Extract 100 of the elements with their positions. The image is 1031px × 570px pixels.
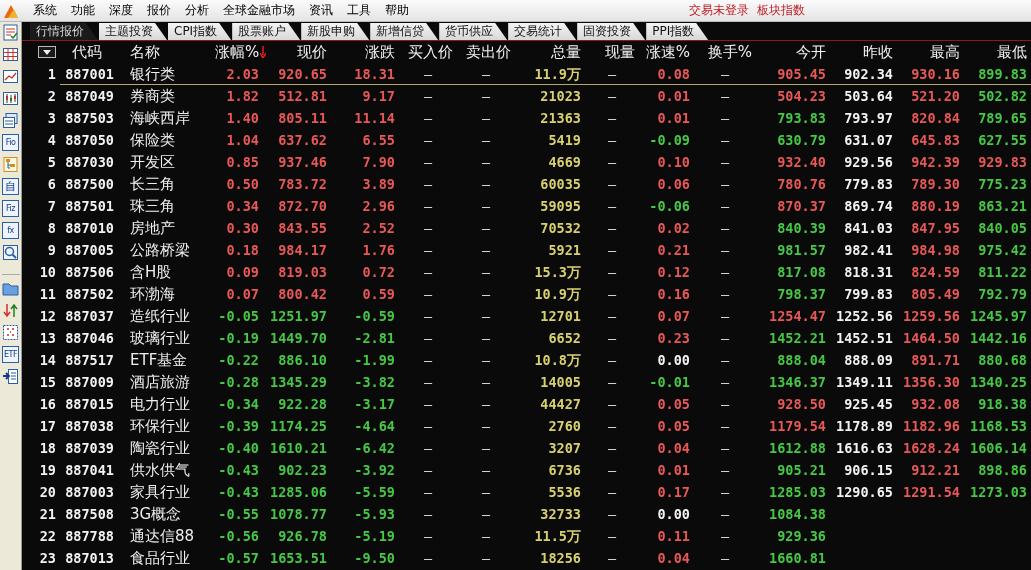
table-row[interactable]: 9 887005 公路桥梁 0.18 984.17 1.76 — — 5921 — 0.21 — 981.57 982.41 984.98 975.42 — [22, 239, 1031, 261]
table-row[interactable]: 6 887500 长三角 0.50 783.72 3.89 — — 60035 — 0.06 — 780.76 779.83 789.30 775.23 — [22, 173, 1031, 195]
table-row[interactable]: 16 887015 电力行业 -0.34 922.28 -3.17 — — 44427 — 0.05 — 928.50 925.45 932.08 918.38 — [22, 393, 1031, 415]
line-chart-icon[interactable] — [2, 68, 19, 85]
table-row[interactable]: 12 887037 造纸行业 -0.05 1251.97 -0.59 — — 12701 — 0.07 — 1254.47 1252.56 1259.56 1245.97 — [22, 305, 1031, 327]
menu-item[interactable]: 全球金融市场 — [216, 2, 302, 19]
table-row[interactable]: 19 887041 供水供气 -0.43 902.23 -3.92 — — 6736 — 0.01 — 905.21 906.15 912.21 898.86 — [22, 459, 1031, 481]
table-cell-text: 1340.25 — [969, 373, 1028, 392]
table-cell-text: 789.30 — [910, 175, 961, 194]
table-row[interactable]: 21 887508 3G概念 -0.55 1078.77 -5.93 — — 32733 — 0.00 — 1084.38 — [22, 503, 1031, 525]
column-header[interactable]: 卖出价 — [457, 42, 515, 62]
table-row[interactable]: 7 887501 珠三角 0.34 872.70 2.96 — — 59095 — -0.06 — 870.37 869.74 880.19 863.21 — [22, 195, 1031, 217]
dropdown-button[interactable] — [38, 46, 56, 58]
column-header[interactable]: 涨跌 — [331, 42, 399, 62]
table-row[interactable]: 23 887013 食品行业 -0.57 1653.51 -9.50 — — 18256 — 0.04 — 1660.81 — [22, 547, 1031, 569]
column-header[interactable]: 涨速% — [639, 42, 694, 62]
table-row[interactable]: 22 887788 通达信88 -0.56 926.78 -5.19 — — 11.5万 — 0.11 — 929.36 — [22, 525, 1031, 547]
table-row[interactable]: 20 887003 家具行业 -0.43 1285.06 -5.59 — — 5536 — 0.17 — 1285.03 1290.65 1291.54 1273.03 — [22, 481, 1031, 503]
column-header[interactable]: 代码 — [60, 42, 118, 62]
windows-icon[interactable] — [2, 112, 19, 129]
folder-icon[interactable] — [2, 280, 19, 297]
table-row[interactable]: 3 887503 海峡西岸 1.40 805.11 11.14 — — 21363 — 0.01 — 793.83 793.97 820.84 789.65 — [22, 107, 1031, 129]
table-cell-text: 843.55 — [277, 219, 328, 238]
list-icon[interactable] — [2, 24, 19, 41]
table-row[interactable]: 5 887030 开发区 0.85 937.46 7.90 — — 4669 — 0.10 — 932.40 929.56 942.39 929.83 — [22, 151, 1031, 173]
tab[interactable]: 新增信贷 — [370, 23, 439, 40]
table-cell-text: 783.72 — [277, 175, 328, 194]
tab[interactable]: 股票账户 — [232, 23, 301, 40]
table-cell-text: 6.55 — [361, 131, 396, 150]
table-row[interactable]: 8 887010 房地产 0.30 843.55 2.52 — — 70532 — 0.02 — 840.39 841.03 847.95 840.05 — [22, 217, 1031, 239]
toolbar-button[interactable]: Fiz — [2, 200, 19, 217]
table-cell-text: — — [480, 505, 492, 524]
toolbar-button[interactable]: 自 — [2, 178, 19, 195]
menu-item[interactable]: 资讯 — [302, 2, 340, 19]
column-header[interactable]: 总量 — [515, 42, 585, 62]
menu-item[interactable]: 功能 — [64, 2, 102, 19]
table-row[interactable]: 13 887046 玻璃行业 -0.19 1449.70 -2.81 — — 6652 — 0.23 — 1452.21 1452.51 1464.50 1442.16 — [22, 327, 1031, 349]
table-row[interactable]: 2 887049 券商类 1.82 512.81 9.17 — — 21023 — 0.01 — 504.23 503.64 521.20 502.82 — [22, 85, 1031, 107]
table-row[interactable]: 14 887517 ETF基金 -0.22 886.10 -1.99 — — 10.8万 — 0.00 — 888.04 888.09 891.71 880.68 — [22, 349, 1031, 371]
table-cell-text: 793.97 — [843, 109, 894, 128]
table-cell-text: — — [606, 65, 618, 84]
tab[interactable]: 货币供应 — [439, 23, 508, 40]
table-cell-text: — — [480, 65, 492, 84]
table-cell-text: 887049 — [64, 87, 115, 106]
menu-item[interactable]: 系统 — [26, 2, 64, 19]
menu-item[interactable]: 帮助 — [378, 2, 416, 19]
tab[interactable]: 主题投资 — [99, 23, 167, 40]
table-cell-text: 932.08 — [910, 395, 961, 414]
tab[interactable]: 行情报价 — [30, 23, 98, 40]
table-cell-text: 872.70 — [277, 197, 328, 216]
menu-item[interactable]: 分析 — [178, 2, 216, 19]
table-row[interactable]: 15 887009 酒店旅游 -0.28 1345.29 -3.82 — — 14005 — -0.01 — 1346.37 1349.11 1356.30 1340.25 — [22, 371, 1031, 393]
menu-item[interactable]: 深度 — [102, 2, 140, 19]
column-header[interactable]: 名称 — [118, 42, 215, 62]
table-cell-text: 2.03 — [225, 65, 260, 84]
sort-arrows-icon[interactable] — [2, 302, 19, 319]
table-row[interactable]: 17 887038 环保行业 -0.39 1174.25 -4.64 — — 2760 — 0.05 — 1179.54 1178.89 1182.96 1168.53 — [22, 415, 1031, 437]
table-cell-text: 0.30 — [225, 219, 260, 238]
table-cell-text: -0.59 — [353, 307, 396, 326]
table-cell-text: 1251.97 — [269, 307, 328, 326]
toolbar-button[interactable]: ETF — [2, 346, 19, 363]
table-cell-text: 11.9万 — [533, 65, 582, 84]
column-header[interactable]: 换手% — [694, 42, 756, 62]
tree-icon[interactable] — [2, 156, 19, 173]
table-cell-text: 0.09 — [225, 263, 260, 282]
table-row[interactable]: 18 887039 陶瓷行业 -0.40 1610.21 -6.42 — — 3207 — 0.04 — 1612.88 1616.63 1628.24 1606.14 — [22, 437, 1031, 459]
table-row[interactable]: 4 887050 保险类 1.04 637.62 6.55 — — 5419 — -0.09 — 630.79 631.07 645.83 627.55 — [22, 129, 1031, 151]
candlestick-icon[interactable] — [2, 90, 19, 107]
table-cell-text: 1182.96 — [902, 417, 961, 436]
table-cell-text: — — [606, 87, 618, 106]
table-cell-text: 10 — [38, 263, 57, 282]
tab[interactable]: 新股申购 — [301, 23, 370, 40]
column-header[interactable]: 今开 — [756, 42, 830, 62]
table-cell-text: — — [422, 241, 434, 260]
tab[interactable]: 固资投资 — [577, 23, 646, 40]
import-icon[interactable] — [2, 368, 19, 385]
table-cell-text: — — [606, 395, 618, 414]
search-icon[interactable] — [2, 244, 19, 261]
column-header[interactable]: 昨收 — [830, 42, 897, 62]
menu-item[interactable]: 工具 — [340, 2, 378, 19]
tab[interactable]: 交易统计 — [508, 23, 577, 40]
table-cell-text: 长三角 — [129, 174, 176, 195]
column-header[interactable]: 最低 — [964, 42, 1031, 62]
dotted-square-icon[interactable] — [2, 324, 19, 341]
menu-item[interactable]: 报价 — [140, 2, 178, 19]
grid-icon[interactable] — [2, 46, 19, 63]
table-cell-text: 1252.56 — [835, 307, 894, 326]
column-header[interactable]: 买入价 — [399, 42, 457, 62]
table-row[interactable]: 10 887506 含H股 0.09 819.03 0.72 — — 15.3万 — 0.12 — 817.08 818.31 824.59 811.22 — [22, 261, 1031, 283]
column-header[interactable]: 现价 — [263, 42, 331, 62]
toolbar-button[interactable]: Fio — [2, 134, 19, 151]
table-cell-text: 887030 — [64, 153, 115, 172]
column-header[interactable]: 现量 — [585, 42, 639, 62]
table-row[interactable]: 11 887502 环渤海 0.07 800.42 0.59 — — 10.9万 — 0.16 — 798.37 799.83 805.49 792.79 — [22, 283, 1031, 305]
column-header[interactable]: 最高 — [897, 42, 964, 62]
table-cell-text: 0.00 — [656, 505, 691, 524]
tab[interactable]: PPI指数 — [646, 23, 709, 40]
toolbar-button[interactable]: fx — [2, 222, 19, 239]
tab[interactable]: CPI指数 — [168, 23, 232, 40]
column-header[interactable]: 涨幅% — [215, 42, 263, 62]
